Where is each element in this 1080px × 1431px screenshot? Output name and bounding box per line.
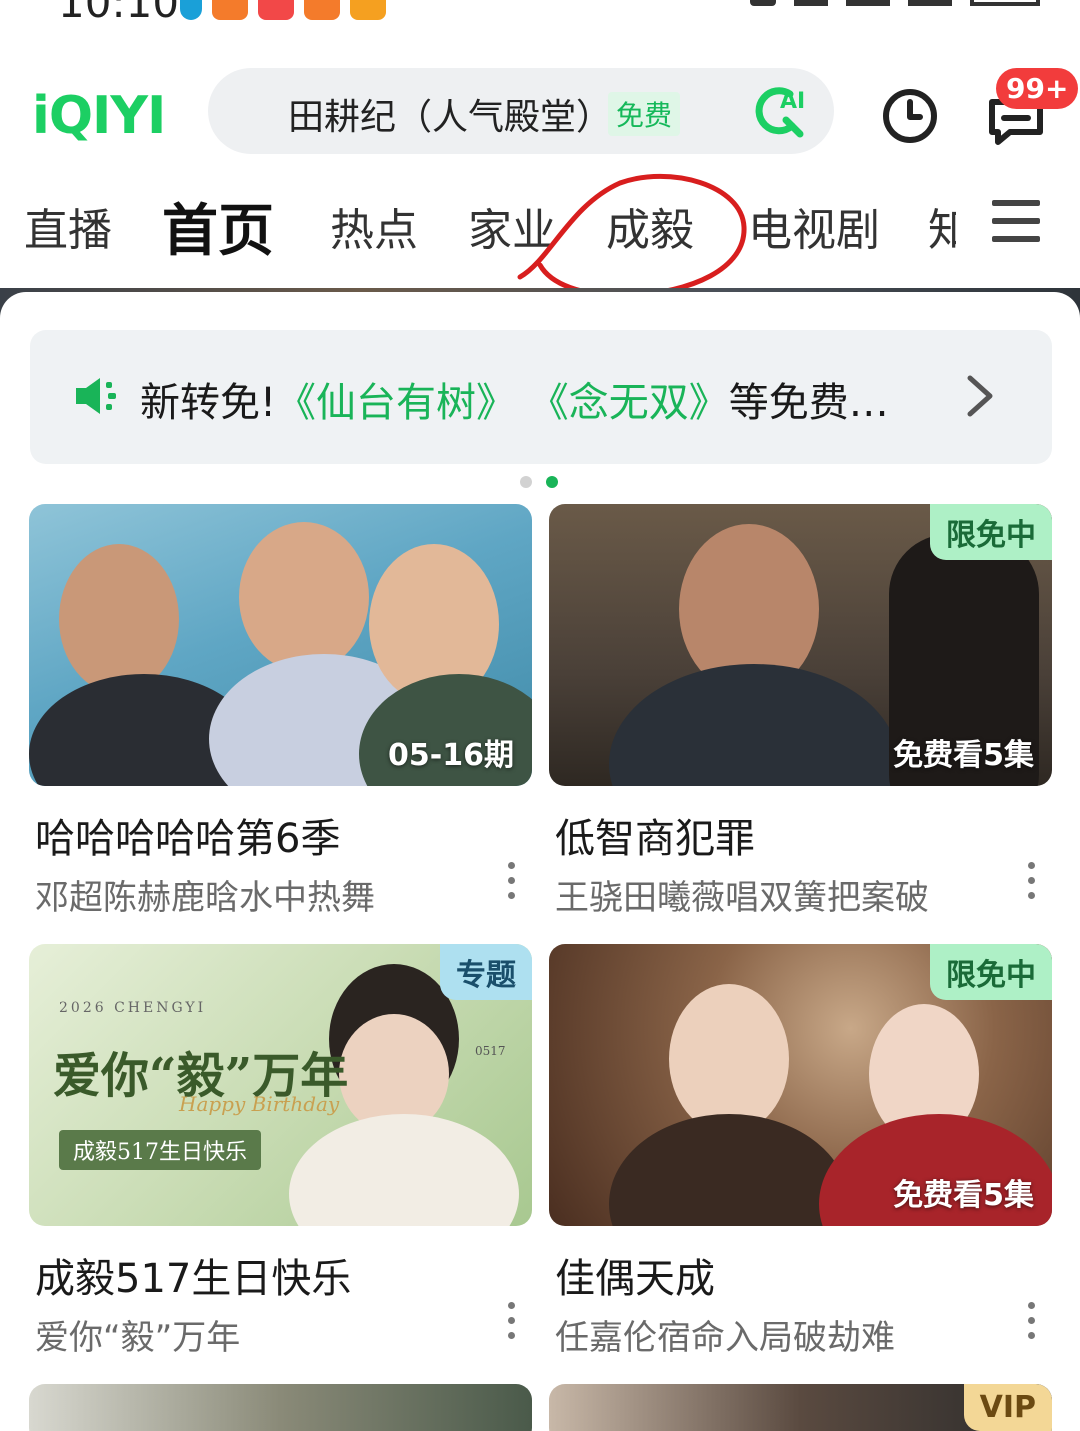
notice-text: 新转免!《仙台有树》 《念无双》等免费… xyxy=(140,370,889,428)
card-subtitle: 王骁田曦薇唱双簧把案破 xyxy=(555,878,929,918)
person-figure xyxy=(59,544,179,694)
more-options-icon[interactable] xyxy=(1028,1302,1036,1340)
card-title[interactable]: 成毅517生日快乐 xyxy=(29,1246,532,1304)
content-panel: 新转免!《仙台有树》 《念无双》等免费… 05-16期 哈哈哈哈哈第6季 邓超陈… xyxy=(0,292,1080,1431)
card-title[interactable]: 佳偶天成 xyxy=(549,1246,1052,1304)
card-subtitle: 邓超陈赫鹿晗水中热舞 xyxy=(35,878,375,918)
poster-tag: 成毅517生日快乐 xyxy=(59,1130,261,1170)
video-card[interactable]: 限免中 免费看5集 低智商犯罪 王骁田曦薇唱双簧把案破 xyxy=(549,504,1052,919)
video-thumbnail[interactable]: 2026 CHENGYI 爱你“毅”万年 Happy Birthday 0517… xyxy=(29,944,532,1226)
carousel-dot[interactable] xyxy=(520,476,532,488)
video-card[interactable]: 05-16期 哈哈哈哈哈第6季 邓超陈赫鹿晗水中热舞 xyxy=(29,504,532,919)
signal-icon xyxy=(908,0,952,6)
topic-badge: 专题 xyxy=(440,944,532,1000)
video-thumbnail[interactable]: VIP xyxy=(549,1384,1052,1431)
mute-icon xyxy=(750,0,776,6)
app-notification-icon xyxy=(304,0,340,20)
person-figure xyxy=(609,664,899,786)
chevron-right-icon[interactable] xyxy=(964,372,996,420)
search-bar[interactable]: 田耕纪（人气殿堂） 免费 AI xyxy=(208,68,834,154)
message-count-badge: 99+ xyxy=(996,68,1079,109)
app-notification-icon xyxy=(350,0,386,20)
header: iQIYI 田耕纪（人气殿堂） 免费 AI 99+ xyxy=(0,60,1080,170)
tab-tv-series[interactable]: 电视剧 xyxy=(748,194,880,258)
app-notification-icon xyxy=(212,0,248,20)
video-thumbnail[interactable]: 限免中 免费看5集 xyxy=(549,944,1052,1226)
card-title[interactable]: 低智商犯罪 xyxy=(549,806,1052,864)
free-limited-badge: 限免中 xyxy=(930,944,1052,1000)
ai-label: AI xyxy=(780,89,805,114)
video-thumbnail[interactable]: 限免中 免费看5集 xyxy=(549,504,1052,786)
battery-icon xyxy=(970,0,1040,6)
signal-icon xyxy=(846,0,890,6)
tab-knowledge[interactable]: 知 xyxy=(928,194,956,258)
channel-menu-icon[interactable] xyxy=(992,200,1040,244)
free-episodes-label: 免费看5集 xyxy=(893,1178,1034,1213)
free-episodes-label: 免费看5集 xyxy=(893,738,1034,773)
poster-stamp: 0517 xyxy=(475,1044,506,1058)
carousel-dots xyxy=(520,476,558,488)
wifi-icon xyxy=(794,0,828,6)
ai-search-icon[interactable]: AI xyxy=(750,82,808,140)
notice-title-2[interactable]: 《念无双》 xyxy=(529,380,729,426)
free-badge: 免费 xyxy=(608,92,681,136)
carousel-dot-active[interactable] xyxy=(546,476,558,488)
notice-suffix: 等免费… xyxy=(728,380,889,426)
tab-live[interactable]: 直播 xyxy=(24,194,112,258)
tab-hot[interactable]: 热点 xyxy=(330,194,418,258)
iqiyi-logo[interactable]: iQIYI xyxy=(32,86,166,146)
notification-icons xyxy=(180,0,386,20)
free-notice-banner[interactable]: 新转免!《仙台有树》 《念无双》等免费… xyxy=(30,330,1052,464)
app-notification-icon xyxy=(258,0,294,20)
free-limited-badge: 限免中 xyxy=(930,504,1052,560)
card-subtitle: 爱你“毅”万年 xyxy=(35,1318,241,1358)
video-thumbnail[interactable]: 05-16期 xyxy=(29,504,532,786)
status-right-icons xyxy=(750,0,1040,6)
notice-prefix: 新转免! xyxy=(140,380,277,426)
more-options-icon[interactable] xyxy=(508,1302,516,1340)
notice-title-1[interactable]: 《仙台有树》 xyxy=(276,380,516,426)
video-card[interactable]: 限免中 免费看5集 佳偶天成 任嘉伦宿命入局破劫难 xyxy=(549,944,1052,1359)
search-text: 田耕纪（人气殿堂） xyxy=(288,97,613,138)
person-figure xyxy=(239,522,369,672)
more-options-icon[interactable] xyxy=(508,862,516,900)
person-figure xyxy=(669,984,789,1134)
person-figure xyxy=(609,1114,849,1226)
person-figure xyxy=(289,1114,519,1226)
app-notification-icon xyxy=(180,0,202,20)
status-bar: 10:10 xyxy=(0,0,1080,30)
speaker-icon xyxy=(76,378,116,414)
episode-label: 05-16期 xyxy=(388,738,514,773)
video-card[interactable]: 2026 CHENGYI 爱你“毅”万年 Happy Birthday 0517… xyxy=(29,944,532,1359)
video-thumbnail[interactable] xyxy=(29,1384,532,1431)
more-options-icon[interactable] xyxy=(1028,862,1036,900)
card-title[interactable]: 哈哈哈哈哈第6季 xyxy=(29,806,532,864)
tab-home[interactable]: 首页 xyxy=(162,186,274,267)
card-subtitle: 任嘉伦宿命入局破劫难 xyxy=(555,1318,895,1358)
poster-year-text: 2026 CHENGYI xyxy=(59,1000,207,1016)
red-circle-annotation xyxy=(517,174,747,298)
vip-badge: VIP xyxy=(963,1384,1052,1431)
status-time: 10:10 xyxy=(58,0,180,27)
history-clock-icon[interactable] xyxy=(880,86,940,146)
poster-script: Happy Birthday xyxy=(179,1092,340,1116)
